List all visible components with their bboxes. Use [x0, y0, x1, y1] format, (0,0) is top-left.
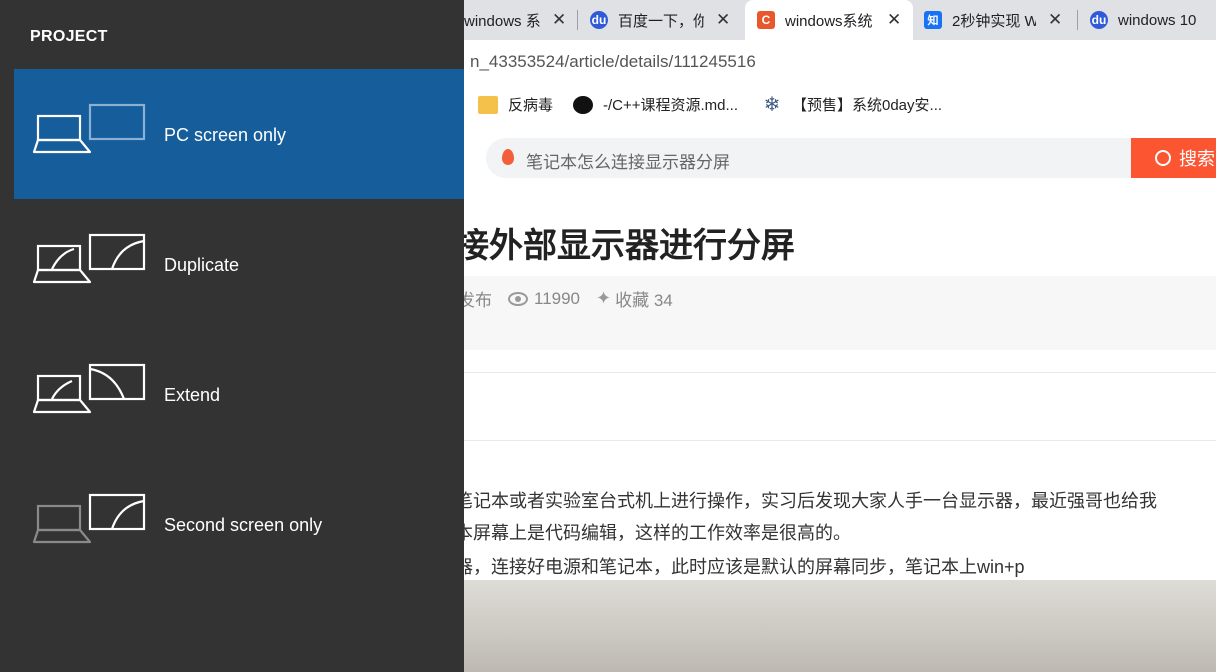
article-paragraph: 笔记本或者实验室台式机上进行操作，实习后发现大家人手一台显示器，最近强哥也给我 — [455, 491, 1157, 511]
tab-label: windows 系统 — [464, 12, 540, 30]
folder-icon — [478, 95, 498, 114]
article-title: 接外部显示器进行分屏 — [455, 227, 795, 265]
search-input[interactable]: 笔记本怎么连接显示器分屏 — [486, 138, 1136, 178]
url-text[interactable]: n_43353524/article/details/111245516 — [470, 52, 756, 72]
close-icon[interactable]: ✕ — [887, 10, 901, 30]
close-icon[interactable]: ✕ — [1048, 10, 1062, 30]
search-placeholder: 笔记本怎么连接显示器分屏 — [526, 153, 730, 172]
tab-separator — [577, 10, 578, 30]
bookmark-cpp-resources[interactable]: -/C++课程资源.md... — [573, 94, 738, 115]
option-second-screen-only[interactable]: Second screen only — [14, 459, 464, 589]
zhihu-icon: 知 — [924, 11, 942, 29]
view-count: 11990 — [508, 289, 580, 309]
tab-windows-10[interactable]: du windows 10 — [1090, 0, 1216, 40]
option-duplicate[interactable]: Duplicate — [14, 199, 464, 329]
option-pc-screen-only[interactable]: PC screen only — [14, 69, 464, 199]
project-header: PROJECT — [30, 28, 108, 45]
divider — [464, 440, 1216, 441]
github-icon — [573, 95, 593, 114]
project-flyout: PROJECT PC screen only Duplicate Extend — [0, 0, 464, 672]
tab-label: 2秒钟实现 W — [952, 12, 1036, 30]
view-count-value: 11990 — [534, 288, 581, 308]
csdn-icon: C — [757, 11, 775, 29]
baidu-icon: du — [590, 11, 608, 29]
fire-icon — [502, 149, 514, 165]
tab-zhihu[interactable]: 知 2秒钟实现 W ✕ — [924, 0, 1072, 40]
option-label: Second screen only — [164, 515, 323, 535]
duplicate-icon — [32, 233, 146, 284]
tab-baidu[interactable]: du 百度一下，你 ✕ — [590, 0, 740, 40]
search-icon — [1155, 150, 1171, 166]
option-label: PC screen only — [164, 125, 287, 145]
bookmark-label: 反病毒 — [508, 97, 554, 114]
bookmark-label: 【预售】系统0day安... — [792, 97, 943, 114]
snowflake-icon: ❄ — [763, 93, 781, 116]
option-label: Extend — [164, 385, 221, 405]
close-icon[interactable]: ✕ — [716, 10, 730, 30]
extend-icon — [32, 363, 146, 414]
divider — [464, 372, 1216, 373]
bookmark-antivirus[interactable]: 反病毒 — [478, 94, 553, 115]
favorite-count[interactable]: ✦ 收藏 34 — [596, 286, 673, 311]
tab-separator — [1077, 10, 1078, 30]
second-screen-only-icon — [32, 493, 146, 544]
star-icon: ✦ — [596, 288, 612, 308]
tab-label: windows 10 — [1118, 11, 1197, 29]
article-paragraph: 器，连接好电源和笔记本，此时应该是默认的屏幕同步，笔记本上win+p — [455, 557, 1025, 577]
bookmark-label: -/C++课程资源.md... — [603, 97, 739, 114]
search-button-label: 搜索 — [1179, 149, 1215, 169]
pc-screen-only-icon — [32, 103, 146, 154]
tab-windows-system-active[interactable]: C windows系统 ✕ — [745, 0, 913, 40]
favorite-count-value: 收藏 34 — [615, 291, 673, 310]
option-label: Duplicate — [164, 255, 240, 275]
article-paragraph: 本屏幕上是代码编辑，这样的工作效率是很高的。 — [455, 523, 851, 543]
article-image — [464, 580, 1216, 672]
tab-label: windows系统 — [785, 12, 873, 30]
baidu-icon: du — [1090, 11, 1108, 29]
tab-windows-system-1[interactable]: windows 系统 ✕ — [464, 0, 574, 40]
search-button[interactable]: 搜索 — [1131, 138, 1216, 178]
option-extend[interactable]: Extend — [14, 329, 464, 459]
eye-icon — [508, 291, 528, 306]
close-icon[interactable]: ✕ — [552, 10, 566, 30]
bookmark-0day[interactable]: ❄ 【预售】系统0day安... — [762, 94, 942, 115]
tab-label: 百度一下，你 — [618, 12, 704, 30]
